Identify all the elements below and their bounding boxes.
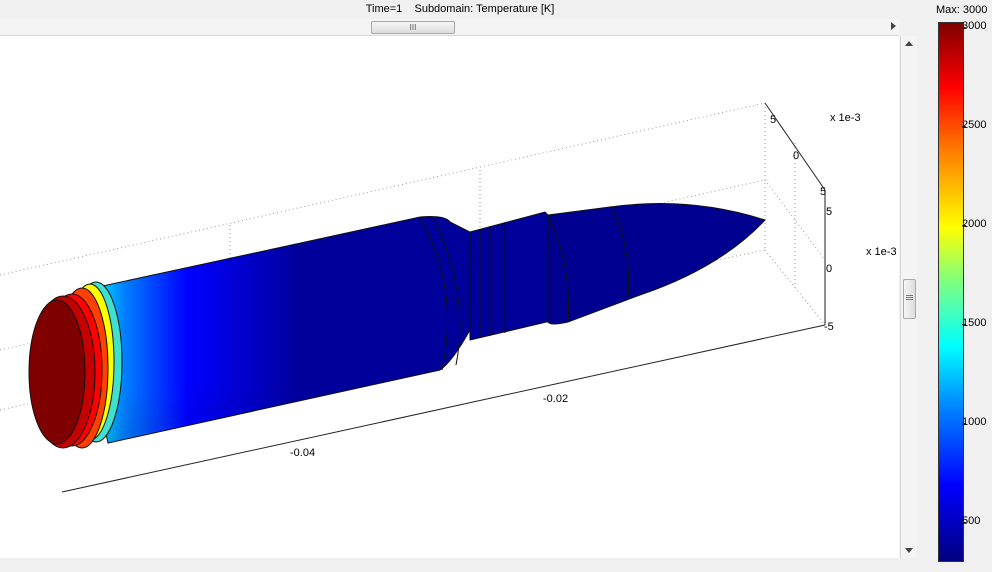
vertical-scroll-thumb[interactable] [903,279,916,319]
z-tick-label: 5 [770,114,776,126]
bottom-strip [0,558,917,572]
colorbar-tick-label: 3000 [962,20,987,32]
colorbar-tick-label: 2000 [962,218,987,230]
base-face [28,299,86,445]
x-tick-label: -0.04 [290,447,315,459]
scroll-right-arrow-icon[interactable] [891,22,896,30]
colorbar-tick-label: 1000 [962,416,987,428]
scroll-down-arrow-icon[interactable] [905,548,913,553]
horizontal-scroll-thumb[interactable]: III [371,21,455,34]
colorbar-tick-label: 500 [962,515,981,527]
colorbar-max-label: Max: 3000 [936,4,988,16]
y-tick-label: 5 [826,206,832,218]
y-scale-label: x 1e-3 [866,246,897,258]
3d-temperature-plot: -0.04 -0.02 x 1e-3 x 1e-3 5 0 5 5 0 -5 [0,102,897,493]
colorbar-tick-label: 1500 [962,317,987,329]
colorbar-tick-label: 2500 [962,119,987,131]
grip-icon [906,295,913,296]
z-tick-label: 0 [793,150,799,162]
scroll-up-arrow-icon[interactable] [905,41,913,46]
colorbar [938,22,964,562]
cartridge-model [28,203,766,449]
vertical-scrollbar[interactable] [900,36,917,558]
plot-area[interactable]: -0.04 -0.02 x 1e-3 x 1e-3 5 0 5 5 0 -5 [0,36,899,558]
z-tick-label: 5 [820,186,826,198]
y-tick-label: 0 [826,263,832,275]
horizontal-scrollbar[interactable]: III [0,19,899,36]
plot-title: Time=1 Subdomain: Temperature [K] [365,3,555,15]
y-tick-label: -5 [824,321,834,333]
z-scale-label: x 1e-3 [830,112,861,124]
x-tick-label: -0.02 [543,393,568,405]
